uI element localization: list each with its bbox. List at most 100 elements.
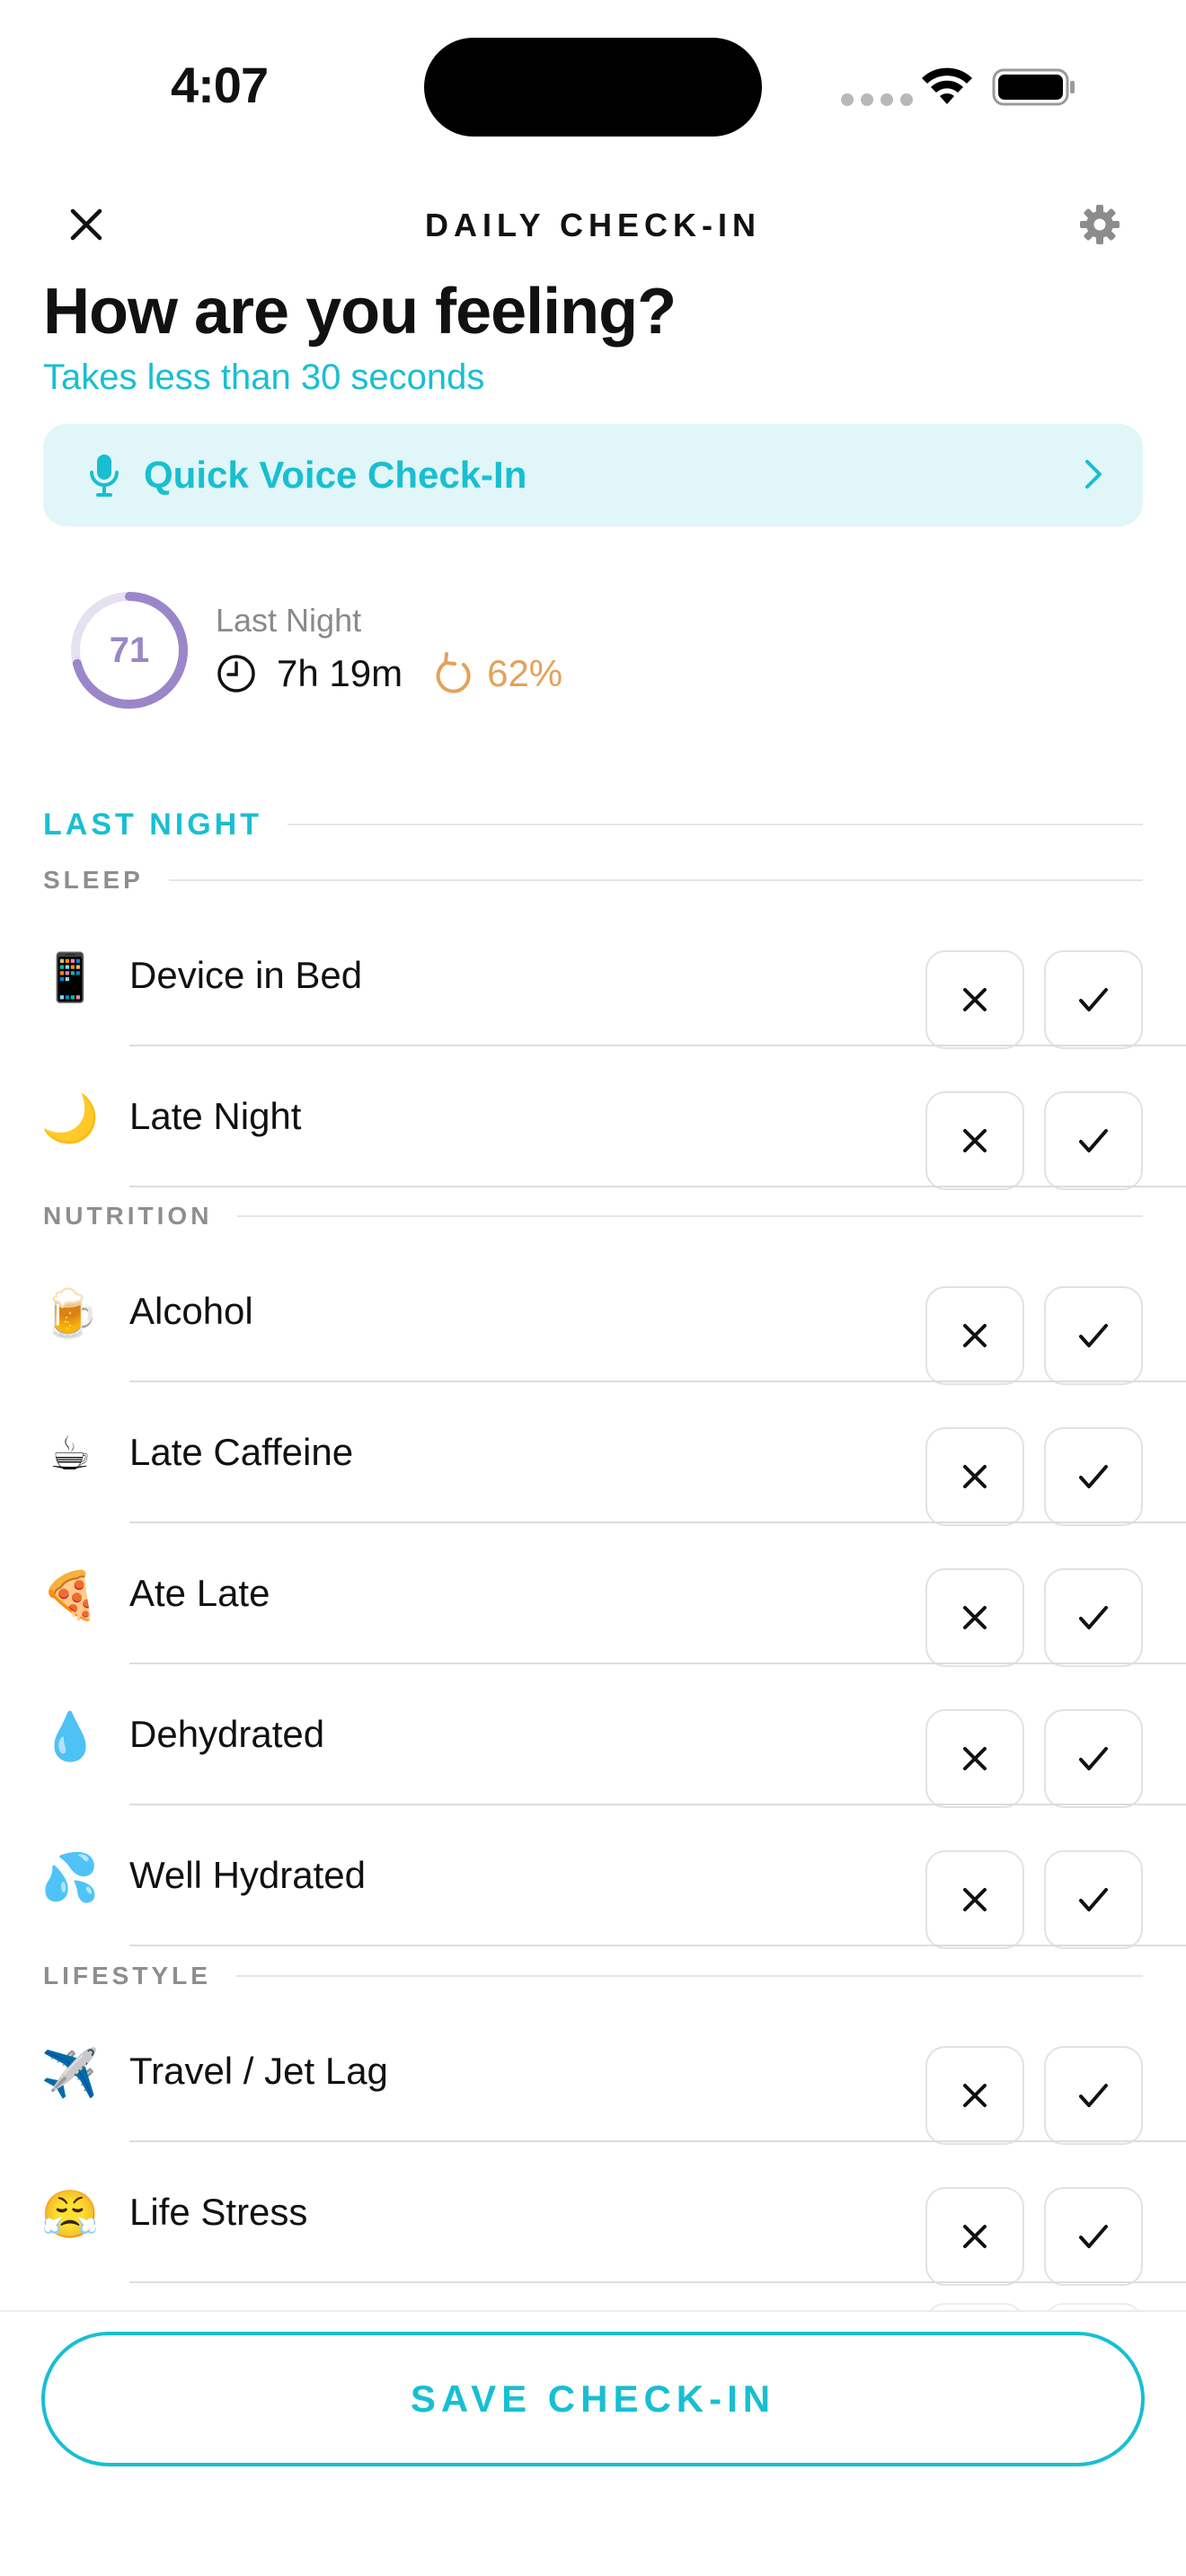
divider xyxy=(237,1215,1143,1217)
x-icon xyxy=(963,1324,987,1347)
refresh-icon xyxy=(436,652,471,693)
droplet-icon: 💧 xyxy=(40,1709,100,1764)
item-label: Late Night xyxy=(129,1095,302,1137)
row-divider xyxy=(129,1945,1186,1946)
wifi-icon xyxy=(922,67,972,104)
no-button[interactable] xyxy=(925,2046,1024,2145)
group-title: SLEEP xyxy=(43,866,144,894)
x-icon xyxy=(963,988,987,1011)
mobile-phone-icon: 📱 xyxy=(40,950,100,1005)
group-title: NUTRITION xyxy=(43,1202,213,1230)
list-item: ✈️ Travel / Jet Lag xyxy=(0,2001,1186,2145)
yes-button[interactable] xyxy=(1044,1286,1143,1385)
next-row-peek xyxy=(0,2296,1186,2310)
section-last-night: LAST NIGHT xyxy=(43,807,1143,842)
item-label: Dehydrated xyxy=(129,1713,325,1755)
checkmark-icon xyxy=(1079,1324,1108,1347)
no-button[interactable] xyxy=(925,1850,1024,1949)
save-checkin-button[interactable]: SAVE CHECK-IN xyxy=(41,2332,1145,2466)
item-label: Device in Bed xyxy=(129,954,363,996)
checkmark-icon xyxy=(1079,988,1108,1011)
no-button[interactable] xyxy=(925,1568,1024,1667)
gear-icon xyxy=(1080,205,1120,244)
yes-button[interactable] xyxy=(1044,950,1143,1049)
item-label: Ate Late xyxy=(129,1572,270,1614)
chevron-right-icon xyxy=(1085,460,1102,489)
subtitle: Takes less than 30 seconds xyxy=(43,357,485,397)
checkmark-icon xyxy=(1079,1606,1108,1629)
sleep-duration: 7h 19m xyxy=(277,652,403,694)
clock-icon xyxy=(217,655,255,693)
item-label: Life Stress xyxy=(129,2191,308,2233)
settings-button[interactable] xyxy=(1075,199,1125,250)
list-item: 🌙 Late Night xyxy=(0,1046,1186,1190)
headline: How are you feeling? xyxy=(43,276,677,348)
nav-header: DAILY CHECK-IN xyxy=(0,171,1186,269)
group-header-lifestyle: LIFESTYLE xyxy=(43,1962,1143,1990)
divider xyxy=(235,1975,1143,1977)
footer: SAVE CHECK-IN xyxy=(0,2310,1186,2576)
quick-voice-checkin-label: Quick Voice Check-In xyxy=(144,454,527,496)
summary-label: Last Night xyxy=(216,602,362,639)
beer-mug-icon: 🍺 xyxy=(40,1286,100,1341)
no-button[interactable] xyxy=(925,1091,1024,1190)
divider xyxy=(168,879,1143,881)
airplane-icon: ✈️ xyxy=(40,2046,100,2101)
status-bar: 4:07 xyxy=(0,0,1186,171)
battery-icon xyxy=(992,68,1075,106)
x-icon xyxy=(963,1606,987,1629)
steaming-face-icon: 😤 xyxy=(40,2187,100,2242)
checkmark-icon xyxy=(1079,2084,1108,2107)
microphone-icon xyxy=(90,454,119,497)
yes-button[interactable] xyxy=(1044,1850,1143,1949)
list-item: ☕ Late Caffeine xyxy=(0,1382,1186,1526)
sleep-score-value: 71 xyxy=(109,630,150,670)
group-header-sleep: SLEEP xyxy=(43,866,1143,895)
status-time: 4:07 xyxy=(171,57,269,113)
last-night-summary: 71 Last Night 7h 19m 62% xyxy=(68,589,697,711)
sleep-efficiency: 62% xyxy=(487,652,563,694)
x-icon xyxy=(963,1465,987,1488)
list-item: 🍺 Alcohol xyxy=(0,1241,1186,1385)
row-divider xyxy=(129,2281,1186,2283)
row-divider xyxy=(129,1186,1186,1187)
x-icon xyxy=(963,2084,987,2107)
yes-button[interactable] xyxy=(1044,1568,1143,1667)
list-item: 😤 Life Stress xyxy=(0,2142,1186,2286)
no-button[interactable] xyxy=(925,1709,1024,1808)
item-label: Well Hydrated xyxy=(129,1854,366,1896)
list-item: 💦 Well Hydrated xyxy=(0,1805,1186,1949)
yes-button[interactable] xyxy=(1044,2046,1143,2145)
no-button[interactable] xyxy=(925,950,1024,1049)
checkmark-icon xyxy=(1079,1465,1108,1488)
checkmark-icon xyxy=(1079,1129,1108,1152)
x-icon xyxy=(963,2225,987,2248)
crescent-moon-icon: 🌙 xyxy=(40,1091,100,1146)
item-label: Late Caffeine xyxy=(129,1431,354,1473)
checkmark-icon xyxy=(1079,2225,1108,2248)
item-label: Alcohol xyxy=(129,1290,253,1332)
pizza-icon: 🍕 xyxy=(40,1568,100,1623)
list-item: 💧 Dehydrated xyxy=(0,1664,1186,1808)
x-icon xyxy=(963,1129,987,1152)
yes-button[interactable] xyxy=(1044,1427,1143,1526)
x-icon xyxy=(963,1888,987,1911)
no-button[interactable] xyxy=(925,1427,1024,1526)
dynamic-island xyxy=(424,38,762,137)
yes-button[interactable] xyxy=(1044,1091,1143,1190)
yes-button[interactable] xyxy=(1044,1709,1143,1808)
group-header-nutrition: NUTRITION xyxy=(43,1202,1143,1231)
quick-voice-checkin-button[interactable]: Quick Voice Check-In xyxy=(43,424,1143,526)
item-label: Travel / Jet Lag xyxy=(129,2050,388,2092)
divider xyxy=(287,824,1143,825)
hot-beverage-icon: ☕ xyxy=(49,1427,92,1481)
group-title: LIFESTYLE xyxy=(43,1962,211,1989)
yes-button[interactable] xyxy=(1044,2187,1143,2286)
checkmark-icon xyxy=(1079,1747,1108,1770)
x-icon xyxy=(963,1747,987,1770)
checkmark-icon xyxy=(1079,1888,1108,1911)
no-button[interactable] xyxy=(925,1286,1024,1385)
no-button[interactable] xyxy=(925,2187,1024,2286)
cellular-signal-icon xyxy=(841,93,913,106)
list-item: 🍕 Ate Late xyxy=(0,1523,1186,1667)
